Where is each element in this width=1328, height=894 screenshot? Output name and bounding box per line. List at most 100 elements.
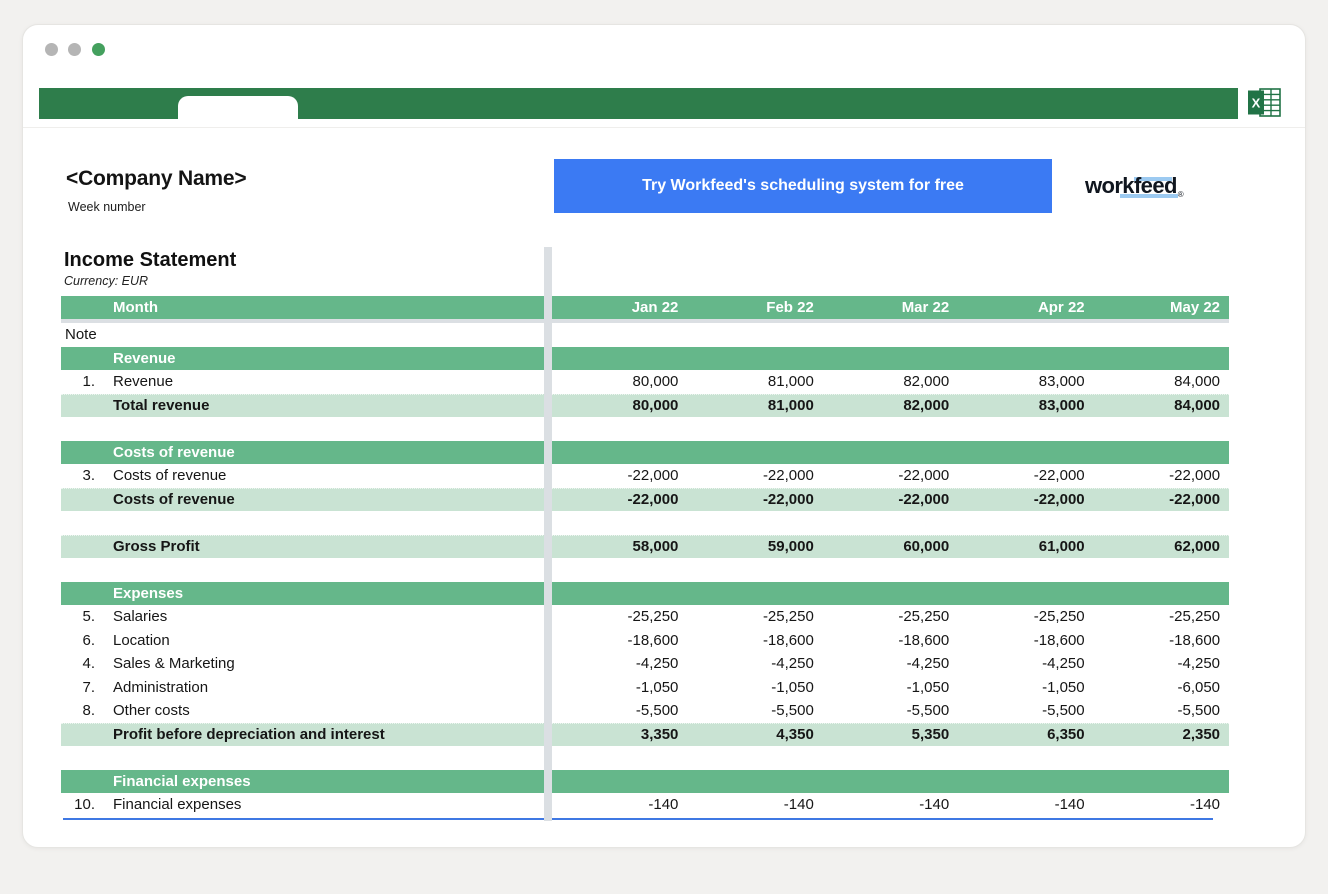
table-row: 4. Sales & Marketing -4,250 -4,250 -4,25… [61, 652, 1229, 676]
note-number: 1. [61, 373, 95, 390]
month-header-cell: Jan 22 [552, 299, 687, 316]
cell-value: 84,000 [1094, 397, 1229, 414]
cell-value: -1,050 [552, 679, 687, 696]
section-label: Costs of revenue [95, 444, 552, 461]
cell-value: -140 [552, 796, 687, 813]
cell-value: -4,250 [958, 655, 1093, 672]
table-row: 5. Salaries -25,250 -25,250 -25,250 -25,… [61, 605, 1229, 629]
month-header-cell: Mar 22 [823, 299, 958, 316]
cell-value: 83,000 [958, 397, 1093, 414]
svg-text:X: X [1252, 96, 1261, 111]
cell-value: 62,000 [1094, 538, 1229, 555]
cell-value: -25,250 [958, 608, 1093, 625]
cell-value: 61,000 [958, 538, 1093, 555]
cell-value: -6,050 [1094, 679, 1229, 696]
cell-value: -22,000 [552, 491, 687, 508]
month-header-cells: Jan 22 Feb 22 Mar 22 Apr 22 May 22 [552, 296, 1229, 319]
note-number: 7. [61, 679, 95, 696]
try-workfeed-button[interactable]: Try Workfeed's scheduling system for fre… [554, 159, 1052, 213]
table-row: 1. Revenue 80,000 81,000 82,000 83,000 8… [61, 370, 1229, 394]
company-name-title: <Company Name> [66, 167, 246, 191]
table-total-row: Costs of revenue -22,000 -22,000 -22,000… [61, 488, 1229, 512]
note-number: 8. [61, 702, 95, 719]
table-spacer-row [61, 417, 1229, 441]
cell-value: -5,500 [552, 702, 687, 719]
cell-value: -5,500 [958, 702, 1093, 719]
cell-value: -1,050 [823, 679, 958, 696]
table-row: 7. Administration -1,050 -1,050 -1,050 -… [61, 676, 1229, 700]
cell-value: 2,350 [1094, 726, 1229, 743]
cell-value: 81,000 [687, 373, 822, 390]
page-title: Income Statement [64, 249, 236, 272]
table-row: 10. Financial expenses -140 -140 -140 -1… [61, 793, 1229, 817]
cell-value: 81,000 [687, 397, 822, 414]
cell-value: -18,600 [687, 632, 822, 649]
row-label: Total revenue [95, 397, 552, 414]
cell-value: -22,000 [958, 467, 1093, 484]
table-row: 8. Other costs -5,500 -5,500 -5,500 -5,5… [61, 699, 1229, 723]
row-label: Salaries [95, 608, 552, 625]
month-header-cell: May 22 [1094, 299, 1229, 316]
table-section-row: Costs of revenue [61, 441, 1229, 465]
cell-value: -1,050 [958, 679, 1093, 696]
week-number-label: Week number [68, 200, 146, 214]
cell-value: 80,000 [552, 373, 687, 390]
row-label: Gross Profit [95, 538, 552, 555]
row-label: Administration [95, 679, 552, 696]
cell-value: -18,600 [823, 632, 958, 649]
cell-value: -25,250 [552, 608, 687, 625]
cell-value: -140 [823, 796, 958, 813]
cell-value: 84,000 [1094, 373, 1229, 390]
cell-value: 5,350 [823, 726, 958, 743]
cell-value: -5,500 [687, 702, 822, 719]
cell-value: -18,600 [958, 632, 1093, 649]
row-label: Revenue [95, 373, 552, 390]
logo-registered-mark: ® [1178, 190, 1183, 199]
table-row: 6. Location -18,600 -18,600 -18,600 -18,… [61, 629, 1229, 653]
month-header-label: Month [95, 299, 552, 316]
row-label: Sales & Marketing [95, 655, 552, 672]
income-statement-table: Month Jan 22 Feb 22 Mar 22 Apr 22 May 22… [61, 296, 1229, 820]
table-section-row: Expenses [61, 582, 1229, 606]
cell-value: 82,000 [823, 373, 958, 390]
freeze-pane-divider-vertical[interactable] [544, 247, 552, 821]
cell-value: -5,500 [823, 702, 958, 719]
window-control-dot-3[interactable] [92, 43, 105, 56]
section-label: Revenue [95, 350, 552, 367]
table-row: 3. Costs of revenue -22,000 -22,000 -22,… [61, 464, 1229, 488]
cell-value: -18,600 [1094, 632, 1229, 649]
table-section-row: Financial expenses [61, 770, 1229, 794]
row-label: Costs of revenue [95, 491, 552, 508]
cell-value: -22,000 [823, 491, 958, 508]
row-label: Financial expenses [95, 796, 552, 813]
cell-value: -1,050 [687, 679, 822, 696]
row-label: Profit before depreciation and interest [95, 726, 552, 743]
cell-value: -140 [687, 796, 822, 813]
month-header-cell: Apr 22 [958, 299, 1093, 316]
table-spacer-row [61, 746, 1229, 770]
cell-value: 82,000 [823, 397, 958, 414]
cell-value: -4,250 [1094, 655, 1229, 672]
window-control-dot-1[interactable] [45, 43, 58, 56]
cell-value: 6,350 [958, 726, 1093, 743]
row-label: Costs of revenue [95, 467, 552, 484]
month-header-cell: Feb 22 [687, 299, 822, 316]
cell-value: -25,250 [687, 608, 822, 625]
note-number: 3. [61, 467, 95, 484]
note-number: 6. [61, 632, 95, 649]
table-total-row: Profit before depreciation and interest … [61, 723, 1229, 747]
table-row-note: Note [61, 323, 1229, 347]
cell-value: -140 [958, 796, 1093, 813]
window-control-dot-2[interactable] [68, 43, 81, 56]
cell-value: -4,250 [687, 655, 822, 672]
section-label: Expenses [95, 585, 552, 602]
spreadsheet-toolbar [39, 88, 1238, 119]
cell-value: 3,350 [552, 726, 687, 743]
cell-value: 4,350 [687, 726, 822, 743]
cell-value: -22,000 [1094, 467, 1229, 484]
note-number: 10. [61, 796, 95, 813]
workfeed-logo[interactable]: workfeed® [1085, 173, 1183, 199]
cell-value: -4,250 [823, 655, 958, 672]
sheet-tab[interactable] [178, 96, 298, 123]
cell-value: -22,000 [958, 491, 1093, 508]
